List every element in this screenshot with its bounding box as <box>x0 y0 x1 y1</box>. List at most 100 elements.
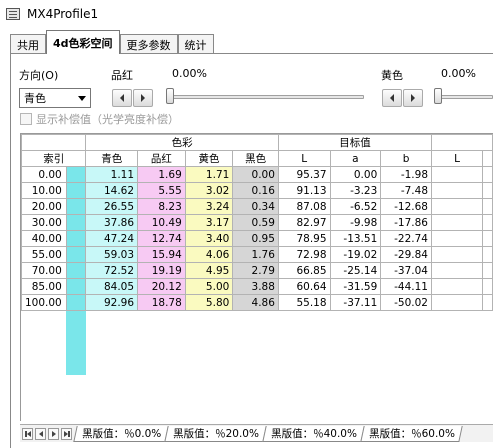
cell-yellow[interactable]: 4.06 <box>184 246 234 263</box>
cell-yellow[interactable]: 4.95 <box>184 262 234 279</box>
table-row[interactable]: 100.00 92.96 18.78 5.80 4.86 55.18 -37.11 -50.0… <box>21 294 493 311</box>
cell-a[interactable]: -6.52 <box>329 198 382 215</box>
cell-b[interactable]: -1.98 <box>380 166 432 183</box>
cell-extra[interactable] <box>482 166 493 183</box>
col-yellow[interactable]: 黄色 <box>184 150 234 167</box>
cell-index[interactable]: 10.00 <box>21 182 67 199</box>
cell-index[interactable]: 30.00 <box>21 214 67 231</box>
cell-yellow[interactable]: 3.24 <box>184 198 234 215</box>
cell-yellow[interactable]: 1.71 <box>184 166 234 183</box>
data-grid[interactable]: 色彩 目标值 索引 青色 品红 黄色 黑色 L a b L 0.00 1.11 1.… <box>20 133 493 421</box>
cell-a[interactable]: -9.98 <box>329 214 382 231</box>
yellow-decrease-button[interactable] <box>382 89 402 107</box>
cyan-swatch-cell[interactable] <box>65 182 87 199</box>
cell-cyan[interactable]: 47.24 <box>85 230 139 247</box>
cell-yellow[interactable]: 5.80 <box>184 294 234 311</box>
cell-b[interactable]: -12.68 <box>380 198 432 215</box>
cyan-swatch-cell[interactable] <box>65 230 87 247</box>
table-row[interactable]: 55.00 59.03 15.94 4.06 1.76 72.98 -19.02 -29.84 <box>21 246 493 263</box>
prev-sheet-button[interactable] <box>35 427 46 440</box>
cell-index[interactable]: 0.00 <box>21 166 67 183</box>
table-row[interactable]: 40.00 47.24 12.74 3.40 0.95 78.95 -13.51 -22.74 <box>21 230 493 247</box>
tab-statistics[interactable]: 统计 <box>177 34 214 54</box>
cell-L[interactable]: 87.08 <box>277 198 331 215</box>
cell-black[interactable]: 0.16 <box>232 182 279 199</box>
cell-a[interactable]: -3.23 <box>329 182 382 199</box>
cell-black[interactable]: 0.95 <box>232 230 279 247</box>
tab-common[interactable]: 共用 <box>10 34 46 54</box>
col-cyan[interactable]: 青色 <box>85 150 139 167</box>
cell-L2[interactable] <box>430 262 484 279</box>
last-sheet-button[interactable] <box>61 427 72 440</box>
cell-b[interactable]: -37.04 <box>380 262 432 279</box>
cell-b[interactable]: -44.11 <box>380 278 432 295</box>
cyan-swatch-cell[interactable] <box>65 246 87 263</box>
cell-cyan[interactable]: 92.96 <box>85 294 139 311</box>
cell-index[interactable]: 20.00 <box>21 198 67 215</box>
col-b[interactable]: b <box>380 150 432 167</box>
cell-extra[interactable] <box>482 262 493 279</box>
cell-extra[interactable] <box>482 278 493 295</box>
cell-b[interactable]: -7.48 <box>380 182 432 199</box>
yellow-increase-button[interactable] <box>403 89 423 107</box>
table-row[interactable]: 85.00 84.05 20.12 5.00 3.88 60.64 -31.59 -44.11 <box>21 278 493 295</box>
cell-L[interactable]: 66.85 <box>277 262 331 279</box>
cell-L[interactable]: 91.13 <box>277 182 331 199</box>
cell-black[interactable]: 0.00 <box>232 166 279 183</box>
cyan-swatch-cell[interactable] <box>65 278 87 295</box>
col-black[interactable]: 黑色 <box>232 150 279 167</box>
cell-index[interactable]: 55.00 <box>21 246 67 263</box>
show-compensation-checkbox[interactable] <box>20 113 32 125</box>
cell-b[interactable]: -17.86 <box>380 214 432 231</box>
cell-extra[interactable] <box>482 230 493 247</box>
cell-yellow[interactable]: 3.02 <box>184 182 234 199</box>
cell-magenta[interactable]: 5.55 <box>137 182 186 199</box>
sheet-tab-60[interactable]: 黑版值：％60.0% <box>360 425 463 442</box>
magenta-slider-track[interactable] <box>166 95 364 99</box>
cell-magenta[interactable]: 12.74 <box>137 230 186 247</box>
cell-magenta[interactable]: 1.69 <box>137 166 186 183</box>
cell-cyan[interactable]: 72.52 <box>85 262 139 279</box>
cell-L[interactable]: 95.37 <box>277 166 331 183</box>
cell-L2[interactable] <box>430 182 484 199</box>
magenta-increase-button[interactable] <box>133 89 153 107</box>
cell-cyan[interactable]: 84.05 <box>85 278 139 295</box>
col-index[interactable]: 索引 <box>21 150 87 167</box>
cyan-swatch-cell[interactable] <box>65 198 87 215</box>
cell-a[interactable]: 0.00 <box>329 166 382 183</box>
cell-index[interactable]: 100.00 <box>21 294 67 311</box>
cell-L[interactable]: 72.98 <box>277 246 331 263</box>
cell-extra[interactable] <box>482 246 493 263</box>
cell-extra[interactable] <box>482 198 493 215</box>
cell-a[interactable]: -19.02 <box>329 246 382 263</box>
cell-index[interactable]: 85.00 <box>21 278 67 295</box>
cell-L[interactable]: 82.97 <box>277 214 331 231</box>
cell-yellow[interactable]: 3.40 <box>184 230 234 247</box>
tab-4d-color-space[interactable]: 4d色彩空间 <box>46 30 120 54</box>
cell-a[interactable]: -37.11 <box>329 294 382 311</box>
cell-L2[interactable] <box>430 294 484 311</box>
cell-black[interactable]: 3.88 <box>232 278 279 295</box>
cell-black[interactable]: 1.76 <box>232 246 279 263</box>
cyan-swatch-cell[interactable] <box>65 166 87 183</box>
cell-magenta[interactable]: 18.78 <box>137 294 186 311</box>
cell-magenta[interactable]: 15.94 <box>137 246 186 263</box>
sheet-tab-0[interactable]: 黑版值：％0.0% <box>73 425 169 442</box>
table-row[interactable]: 10.00 14.62 5.55 3.02 0.16 91.13 -3.23 -7.48 <box>21 182 493 199</box>
cell-L2[interactable] <box>430 166 484 183</box>
next-sheet-button[interactable] <box>48 427 59 440</box>
cell-extra[interactable] <box>482 214 493 231</box>
yellow-slider-thumb[interactable] <box>434 88 442 104</box>
cell-extra[interactable] <box>482 182 493 199</box>
cell-cyan[interactable]: 59.03 <box>85 246 139 263</box>
cell-L2[interactable] <box>430 246 484 263</box>
cell-b[interactable]: -29.84 <box>380 246 432 263</box>
tab-more-params[interactable]: 更多参数 <box>119 34 178 54</box>
first-sheet-button[interactable] <box>22 427 33 440</box>
cell-index[interactable]: 70.00 <box>21 262 67 279</box>
col-L2[interactable]: L <box>430 150 484 167</box>
cell-black[interactable]: 2.79 <box>232 262 279 279</box>
cyan-swatch-cell[interactable] <box>65 294 87 311</box>
cell-black[interactable]: 0.59 <box>232 214 279 231</box>
cell-cyan[interactable]: 1.11 <box>85 166 139 183</box>
